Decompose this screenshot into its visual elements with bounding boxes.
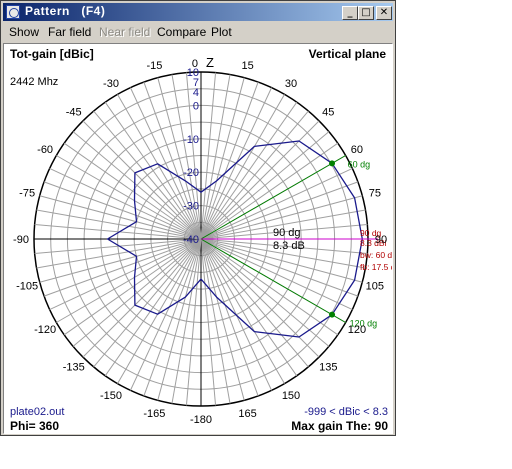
center-gain-readout: 8.3 dB xyxy=(273,240,305,252)
angle-tick-label: -135 xyxy=(63,361,85,373)
angle-tick-label: -165 xyxy=(143,408,165,420)
menu-plot[interactable]: Plot xyxy=(211,25,232,39)
angle-tick-label: -120 xyxy=(34,324,56,336)
angle-tick-label: -30 xyxy=(103,78,119,90)
angle-tick-label: 135 xyxy=(319,361,337,373)
angle-tick-label: 75 xyxy=(369,187,381,199)
phi-readout: Phi= 360 xyxy=(10,419,60,433)
angle-tick-label: -75 xyxy=(19,187,35,199)
z-axis-label: Z xyxy=(206,55,214,70)
menu-compare[interactable]: Compare xyxy=(157,25,206,39)
angle-tick-label: 45 xyxy=(322,107,334,119)
db-tick-label: -40 xyxy=(183,234,199,246)
angle-tick-label: 105 xyxy=(366,281,384,293)
grid-spoke xyxy=(200,77,245,240)
angle-tick-label: 150 xyxy=(282,390,300,402)
angle-tick-label: 60 xyxy=(351,144,363,156)
close-button[interactable]: ✕ xyxy=(376,6,392,20)
db-tick-label: 4 xyxy=(193,87,199,99)
angle-tick-label: 30 xyxy=(285,78,297,90)
menu-show[interactable]: Show xyxy=(9,25,39,39)
db-tick-label: 0 xyxy=(193,100,199,112)
grid-spoke xyxy=(39,195,202,240)
polar-chart: 60 dg120 dg90 dg8.3 dB90 dg8.3 dBibw: 60… xyxy=(13,55,392,426)
grid-spoke xyxy=(157,238,202,401)
db-tick-label: -10 xyxy=(183,134,199,146)
grid-spoke xyxy=(39,238,202,283)
angle-tick-label: 165 xyxy=(238,408,256,420)
angle-tick-label: 120 xyxy=(348,324,366,336)
menu-bar: Show Far field Near field Compare Plot xyxy=(3,22,393,41)
angle-tick-label: -105 xyxy=(16,281,38,293)
file-name: plate02.out xyxy=(10,406,65,418)
max-gain-readout: Max gain The: 90 xyxy=(291,419,388,433)
angle-tick-label: -150 xyxy=(100,390,122,402)
angle-tick-label: -180 xyxy=(190,414,212,426)
angle-tick-label: -90 xyxy=(13,234,29,246)
plot-area[interactable]: Tot-gain [dBic] Vertical plane 2442 Mhz … xyxy=(3,43,393,434)
db-tick-label: -20 xyxy=(183,167,199,179)
pattern-window: Pattern (F4) _ □ ✕ Show Far field Near f… xyxy=(0,0,396,436)
center-angle-readout: 90 dg xyxy=(273,227,301,239)
gain-range: -999 < dBic < 8.3 xyxy=(304,406,388,418)
marker-front-back: fb: 17.5 dB xyxy=(360,262,392,272)
grid-spoke xyxy=(200,238,245,401)
beam-edge-marker xyxy=(329,160,336,167)
angle-tick-label: -15 xyxy=(146,60,162,72)
angle-tick-label: 90 xyxy=(375,234,387,246)
window-title: Pattern (F4) xyxy=(25,4,106,18)
beam-edge-marker xyxy=(329,311,336,318)
beam-edge-upper-label: 60 dg xyxy=(348,160,371,170)
marker-beamwidth: bw: 60 dg xyxy=(360,250,392,260)
menu-near-field[interactable]: Near field xyxy=(99,25,150,39)
maximize-button[interactable]: □ xyxy=(358,6,374,20)
db-tick-label: -30 xyxy=(183,201,199,213)
angle-tick-label: -45 xyxy=(66,107,82,119)
angle-tick-label: 15 xyxy=(241,60,253,72)
title-bar[interactable]: Pattern (F4) _ □ ✕ xyxy=(3,3,393,21)
app-icon[interactable] xyxy=(6,5,20,19)
minimize-button[interactable]: _ xyxy=(342,6,358,20)
angle-tick-label: -60 xyxy=(37,144,53,156)
menu-far-field[interactable]: Far field xyxy=(48,25,91,39)
